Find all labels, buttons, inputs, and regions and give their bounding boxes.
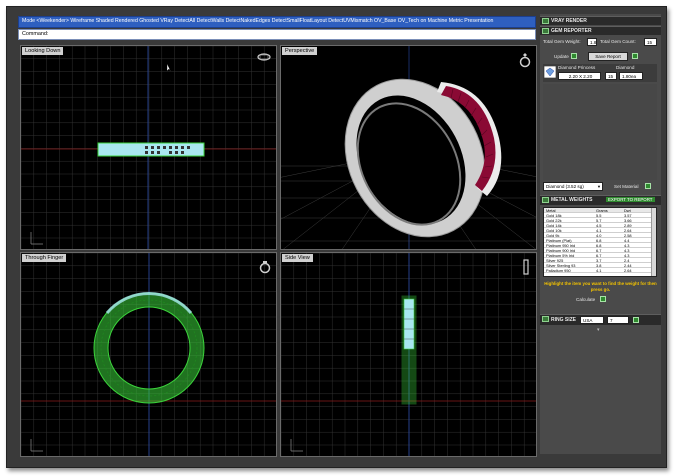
gem-weight-cell[interactable]: 1.80ea: [619, 72, 643, 80]
expand-icon: [542, 18, 549, 24]
ring-size-title: RING SIZE: [551, 317, 577, 323]
plugin-side-panel: VRAY RENDER GEM REPORTER Total Gem Weigh…: [540, 14, 661, 454]
gem-count-label: Total Gem Count:: [600, 39, 636, 44]
ring-perspective-icon: [519, 53, 531, 68]
gem-size-cell[interactable]: 2.20 X 2.20: [558, 72, 601, 80]
ring-wireframe-side: [401, 295, 417, 405]
gem-list-area: [543, 84, 657, 180]
ring-size-select[interactable]: 7: [607, 316, 629, 324]
viewport-perspective[interactable]: Perspective: [280, 45, 537, 250]
gem-count-value: 15: [644, 38, 657, 46]
update-button[interactable]: [571, 53, 577, 59]
update-label: Update: [554, 54, 569, 59]
viewport-label-perspective[interactable]: Perspective: [282, 47, 318, 55]
set-material-button[interactable]: [645, 183, 651, 189]
side-view-scene: [281, 253, 536, 456]
viewport-label-through-finger[interactable]: Through Finger: [22, 254, 67, 262]
metal-weights-table[interactable]: Metal Grams Dwt Gold 18k 5.5 3.57 Gold 22k…: [543, 207, 657, 277]
calculate-button[interactable]: [600, 296, 606, 302]
ring-region-select[interactable]: USA: [580, 316, 604, 324]
diamond-gem-icon: [544, 66, 556, 78]
command-prompt-label: Command:: [22, 31, 49, 37]
mouse-cursor-icon: [166, 64, 172, 73]
viewport-through-finger[interactable]: Through Finger: [20, 252, 277, 457]
save-report-button[interactable]: Save Report: [588, 52, 628, 61]
gem-weight-label: Total Gem Weight:: [543, 39, 581, 44]
display-mode-menubar[interactable]: Mode <Weekender> Wireframe Shaded Render…: [18, 16, 536, 28]
gem-count-cell[interactable]: 15: [605, 72, 617, 80]
panel-collapse-icon[interactable]: ▾: [597, 327, 600, 333]
expand-icon: [542, 316, 549, 322]
front-view-scene: [21, 253, 276, 456]
display-mode-menu-text: Mode <Weekender> Wireframe Shaded Render…: [22, 18, 494, 24]
metal-weights-header[interactable]: METAL WEIGHTS EXPORT TO REPORT: [540, 195, 661, 205]
ring-side-icon: [523, 259, 529, 275]
metal-weights-title: METAL WEIGHTS: [551, 197, 593, 203]
perspective-scene: [281, 46, 536, 249]
ring-band-top-wireframe: [97, 142, 205, 157]
vray-render-title: VRAY RENDER: [551, 18, 587, 24]
ring-size-header[interactable]: RING SIZE USA 7: [540, 314, 661, 325]
gem-reporter-header[interactable]: GEM REPORTER: [540, 26, 661, 35]
top-view-scene: [21, 46, 276, 249]
viewport-label-looking-down[interactable]: Looking Down: [22, 47, 64, 55]
expand-icon: [542, 197, 549, 203]
ring-top-icon: [257, 53, 271, 61]
ring-size-go-button[interactable]: [633, 317, 639, 323]
viewport-looking-down[interactable]: Looking Down: [20, 45, 277, 250]
weight-hint-text: Highlight the item you want to find the …: [544, 281, 657, 292]
command-line[interactable]: Command:: [18, 29, 536, 40]
export-to-report-button[interactable]: EXPORT TO REPORT: [606, 197, 655, 202]
ring-front-icon: [259, 261, 271, 274]
calculate-label: Calculate: [576, 297, 596, 302]
save-report-go-button[interactable]: [632, 53, 638, 59]
ring-3d-model: [344, 78, 502, 238]
vray-render-header[interactable]: VRAY RENDER: [540, 16, 661, 25]
material-select[interactable]: Diamond (3.52 sg): [543, 182, 603, 191]
table-row[interactable]: Palladium 950 4.1 2.64: [544, 268, 656, 273]
viewport-label-side-view[interactable]: Side View: [282, 254, 313, 262]
expand-icon: [542, 28, 549, 34]
table-scrollbar[interactable]: [651, 208, 656, 276]
gem-list[interactable]: Diamond Princess Diamond 2.20 X 2.20 15 …: [543, 64, 657, 82]
gem-material-header: Diamond: [616, 65, 635, 70]
gem-type-header: Diamond Princess: [558, 65, 596, 70]
gem-weight-value: 1.8: [587, 38, 597, 46]
viewport-side-view[interactable]: Side View: [280, 252, 537, 457]
chevron-down-icon: ▼: [597, 184, 601, 189]
gem-reporter-title: GEM REPORTER: [551, 28, 592, 34]
set-material-label: Set Material: [614, 184, 639, 189]
